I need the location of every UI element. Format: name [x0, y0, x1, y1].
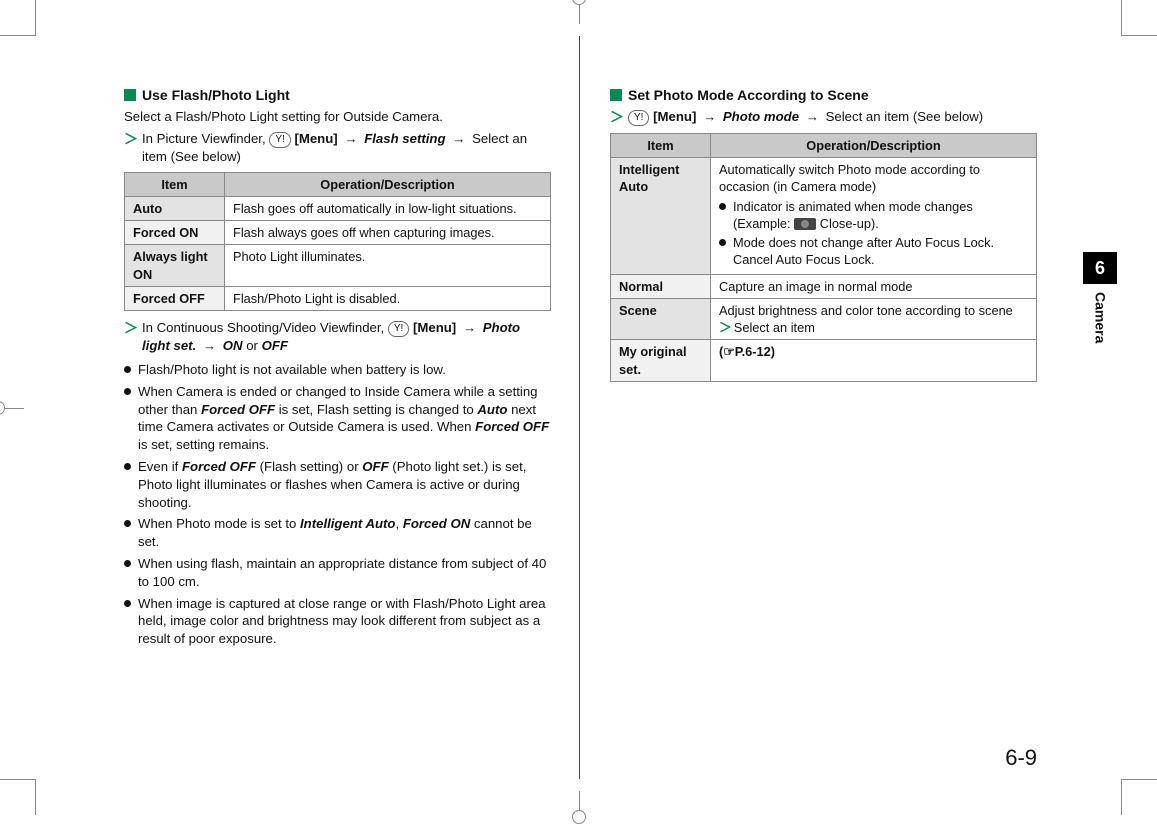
key-button-icon: Y!: [269, 132, 290, 148]
table-header: Item: [125, 172, 225, 196]
table-header-row: Item Operation/Description: [125, 172, 551, 196]
cell-text: (☞P.6-12): [711, 340, 1037, 382]
list-item: When image is captured at close range or…: [124, 595, 551, 648]
list-item: Mode does not change after Auto Focus Lo…: [719, 234, 1028, 269]
notes-list: Flash/Photo light is not available when …: [124, 361, 551, 648]
step-text: Y! [Menu] → Photo mode → Select an item …: [628, 108, 1037, 127]
page: Use Flash/Photo Light Select a Flash/Pho…: [40, 36, 1117, 779]
section-heading: Use Flash/Photo Light: [124, 86, 551, 105]
table-header: Operation/Description: [711, 133, 1037, 157]
step-line: ＞ In Continuous Shooting/Video Viewfinde…: [124, 319, 551, 355]
list-item: Indicator is animated when mode changes …: [719, 198, 1028, 233]
table-row: Forced OFF Flash/Photo Light is disabled…: [125, 286, 551, 310]
arrow-icon: →: [200, 338, 219, 353]
table-row: Auto Flash goes off automatically in low…: [125, 196, 551, 220]
arrow-icon: →: [341, 131, 360, 146]
step-text: In Picture Viewfinder, Y! [Menu] → Flash…: [142, 130, 551, 166]
cell-text: Automatically switch Photo mode accordin…: [719, 161, 1028, 196]
chevron-icon: ＞: [124, 319, 138, 355]
list-item: Even if Forced OFF (Flash setting) or OF…: [124, 458, 551, 511]
left-column: Use Flash/Photo Light Select a Flash/Pho…: [40, 36, 579, 779]
section-title: Set Photo Mode According to Scene: [628, 86, 869, 105]
step-line: ＞ In Picture Viewfinder, Y! [Menu] → Fla…: [124, 130, 551, 166]
arrow-icon: →: [803, 109, 822, 124]
photo-mode-table: Item Operation/Description Intelligent A…: [610, 133, 1037, 382]
crop-mark: [0, 779, 36, 815]
square-bullet-icon: [610, 89, 622, 101]
table-row: Scene Adjust brightness and color tone a…: [611, 298, 1037, 340]
table-header: Item: [611, 133, 711, 157]
section-heading: Set Photo Mode According to Scene: [610, 86, 1037, 105]
step-text: In Continuous Shooting/Video Viewfinder,…: [142, 319, 551, 355]
table-row: Normal Capture an image in normal mode: [611, 274, 1037, 298]
registration-mark: [572, 810, 586, 824]
right-column: Set Photo Mode According to Scene ＞ Y! […: [579, 36, 1117, 779]
step-line: ＞ Y! [Menu] → Photo mode → Select an ite…: [610, 108, 1037, 127]
cell-bullet-list: Indicator is animated when mode changes …: [719, 198, 1028, 269]
list-item: Flash/Photo light is not available when …: [124, 361, 551, 379]
key-button-icon: Y!: [628, 110, 649, 126]
chapter-label: Camera: [1091, 284, 1110, 345]
list-item: When using flash, maintain an appropriat…: [124, 555, 551, 591]
arrow-icon: →: [449, 131, 468, 146]
cell-text: Adjust brightness and color tone accordi…: [719, 302, 1028, 319]
arrow-icon: →: [700, 109, 719, 124]
cell-substep: ＞Select an item: [719, 319, 1028, 336]
table-header-row: Item Operation/Description: [611, 133, 1037, 157]
list-item: When Camera is ended or changed to Insid…: [124, 383, 551, 454]
arrow-icon: →: [460, 320, 479, 335]
table-row: Forced ON Flash always goes off when cap…: [125, 221, 551, 245]
closeup-mode-icon: [794, 218, 816, 230]
crop-mark: [0, 0, 36, 36]
registration-mark: [0, 401, 5, 415]
flash-settings-table: Item Operation/Description Auto Flash go…: [124, 172, 551, 312]
page-number: 6-9: [1005, 743, 1037, 773]
chevron-icon: ＞: [610, 108, 624, 127]
registration-mark: [572, 0, 586, 5]
chapter-thumb-tab: 6 Camera: [1083, 252, 1117, 346]
table-header: Operation/Description: [225, 172, 551, 196]
crop-mark: [1121, 0, 1157, 36]
key-button-icon: Y!: [388, 321, 409, 337]
table-row: My original set. (☞P.6-12): [611, 340, 1037, 382]
chapter-number: 6: [1083, 252, 1117, 284]
crop-mark: [1121, 779, 1157, 815]
two-column-layout: Use Flash/Photo Light Select a Flash/Pho…: [40, 36, 1117, 779]
chevron-icon: ＞: [124, 130, 138, 166]
chevron-icon: ＞: [719, 320, 734, 335]
table-row: Always light ON Photo Light illuminates.: [125, 245, 551, 287]
square-bullet-icon: [124, 89, 136, 101]
section-title: Use Flash/Photo Light: [142, 86, 290, 105]
list-item: When Photo mode is set to Intelligent Au…: [124, 515, 551, 551]
intro-text: Select a Flash/Photo Light setting for O…: [124, 108, 551, 126]
table-row: Intelligent Auto Automatically switch Ph…: [611, 158, 1037, 275]
